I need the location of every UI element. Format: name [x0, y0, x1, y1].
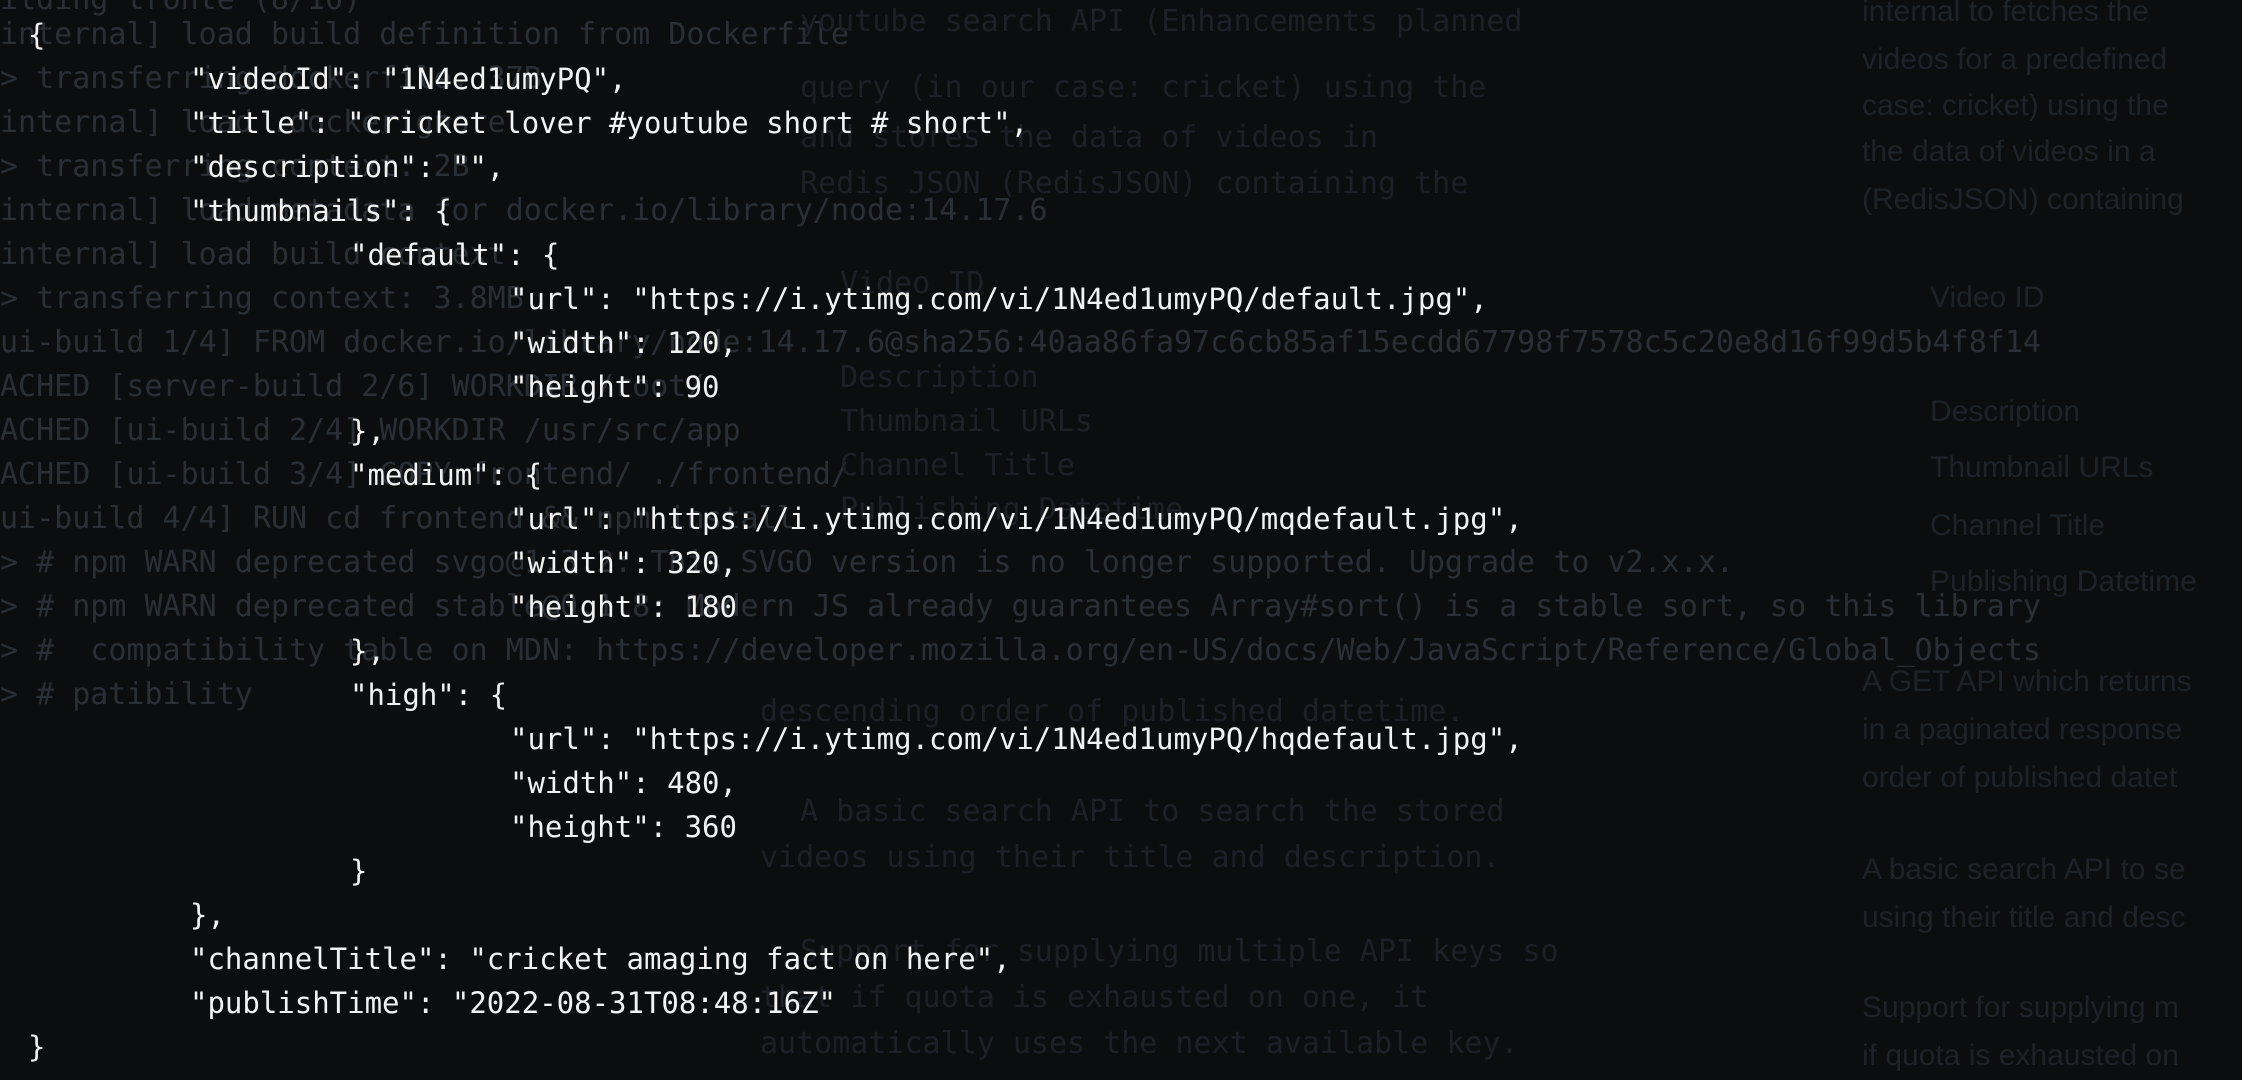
- json-high-close: }: [350, 854, 368, 888]
- json-high: "high": {: [350, 678, 508, 712]
- json-open-brace: {: [28, 18, 46, 52]
- json-default-height: "height": 90: [510, 370, 720, 404]
- json-default-close: },: [350, 414, 385, 448]
- json-videoid: "videoId": "1N4ed1umyPQ",: [190, 62, 627, 96]
- json-high-url: "url": "https://i.ytimg.com/vi/1N4ed1umy…: [510, 722, 1523, 756]
- json-medium-width: "width": 320,: [510, 546, 737, 580]
- json-close-brace: }: [28, 1030, 46, 1064]
- json-thumbnails: "thumbnails": {: [190, 194, 452, 228]
- json-channeltitle: "channelTitle": "cricket amaging fact on…: [190, 942, 1011, 976]
- json-default-url: "url": "https://i.ytimg.com/vi/1N4ed1umy…: [510, 282, 1488, 316]
- json-medium: "medium": {: [350, 458, 543, 492]
- json-high-height: "height": 360: [510, 810, 737, 844]
- json-default-width: "width": 120,: [510, 326, 737, 360]
- json-medium-url: "url": "https://i.ytimg.com/vi/1N4ed1umy…: [510, 502, 1523, 536]
- json-medium-close: },: [350, 634, 385, 668]
- json-title: "title": "cricket lover #youtube short #…: [190, 106, 1029, 140]
- json-medium-height: "height": 180: [510, 590, 737, 624]
- json-output: { "videoId": "1N4ed1umyPQ", "title": "cr…: [0, 0, 2242, 1080]
- json-thumbnails-close: },: [190, 898, 225, 932]
- json-description: "description": "",: [190, 150, 505, 184]
- json-publishtime: "publishTime": "2022-08-31T08:48:16Z": [190, 986, 837, 1020]
- json-high-width: "width": 480,: [510, 766, 737, 800]
- json-default: "default": {: [350, 238, 560, 272]
- terminal-window: ilding tronte (8/10) internal] load buil…: [0, 0, 2242, 1080]
